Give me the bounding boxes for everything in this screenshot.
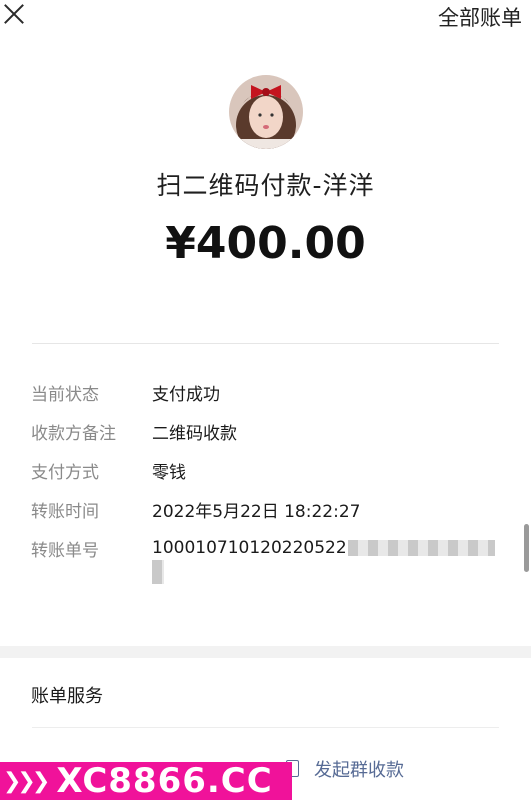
payment-amount: ¥400.00 — [165, 218, 366, 269]
detail-value: 零钱 — [152, 463, 186, 483]
all-bills-link[interactable]: 全部账单 — [438, 2, 522, 32]
detail-label: 当前状态 — [31, 385, 99, 405]
transaction-details: 当前状态 支付成功 收款方备注 二维码收款 支付方式 零钱 转账时间 2022年… — [31, 380, 501, 584]
detail-label: 支付方式 — [31, 463, 99, 483]
detail-value: 100010710120220522 — [152, 538, 347, 558]
detail-label: 转账时间 — [31, 502, 99, 522]
group-collect-link[interactable]: 发起群收款 — [314, 756, 404, 782]
detail-label: 收款方备注 — [31, 424, 116, 444]
close-icon[interactable] — [2, 2, 26, 26]
watermark-text: XC8866.CC — [56, 761, 273, 800]
redacted-block — [152, 560, 164, 584]
detail-label: 转账单号 — [31, 541, 99, 561]
top-bar: 全部账单 — [0, 0, 531, 40]
payee-title: 扫二维码付款-洋洋 — [156, 171, 375, 200]
detail-row-payee-note: 收款方备注 二维码收款 — [31, 419, 501, 458]
detail-row-transfer-number: 转账单号 100010710120220522 — [31, 536, 501, 584]
avatar-image — [229, 75, 303, 149]
detail-row-payment-method: 支付方式 零钱 — [31, 458, 501, 497]
detail-value: 2022年5月22日 18:22:27 — [152, 502, 361, 522]
watermark-arrows-icon: ❯❯❯ — [3, 768, 50, 794]
scrollbar[interactable] — [524, 524, 529, 572]
detail-row-status: 当前状态 支付成功 — [31, 380, 501, 419]
bill-service-title: 账单服务 — [31, 686, 103, 707]
section-separator — [0, 646, 531, 658]
divider — [32, 343, 499, 344]
detail-value: 二维码收款 — [152, 424, 237, 444]
watermark-banner: ❯❯❯ XC8866.CC — [0, 761, 292, 800]
divider — [32, 727, 499, 728]
transfer-number-value[interactable]: 100010710120220522 — [152, 536, 501, 584]
redacted-block — [347, 540, 495, 556]
detail-row-transfer-time: 转账时间 2022年5月22日 18:22:27 — [31, 497, 501, 536]
avatar — [229, 75, 303, 149]
detail-value: 支付成功 — [152, 385, 220, 405]
